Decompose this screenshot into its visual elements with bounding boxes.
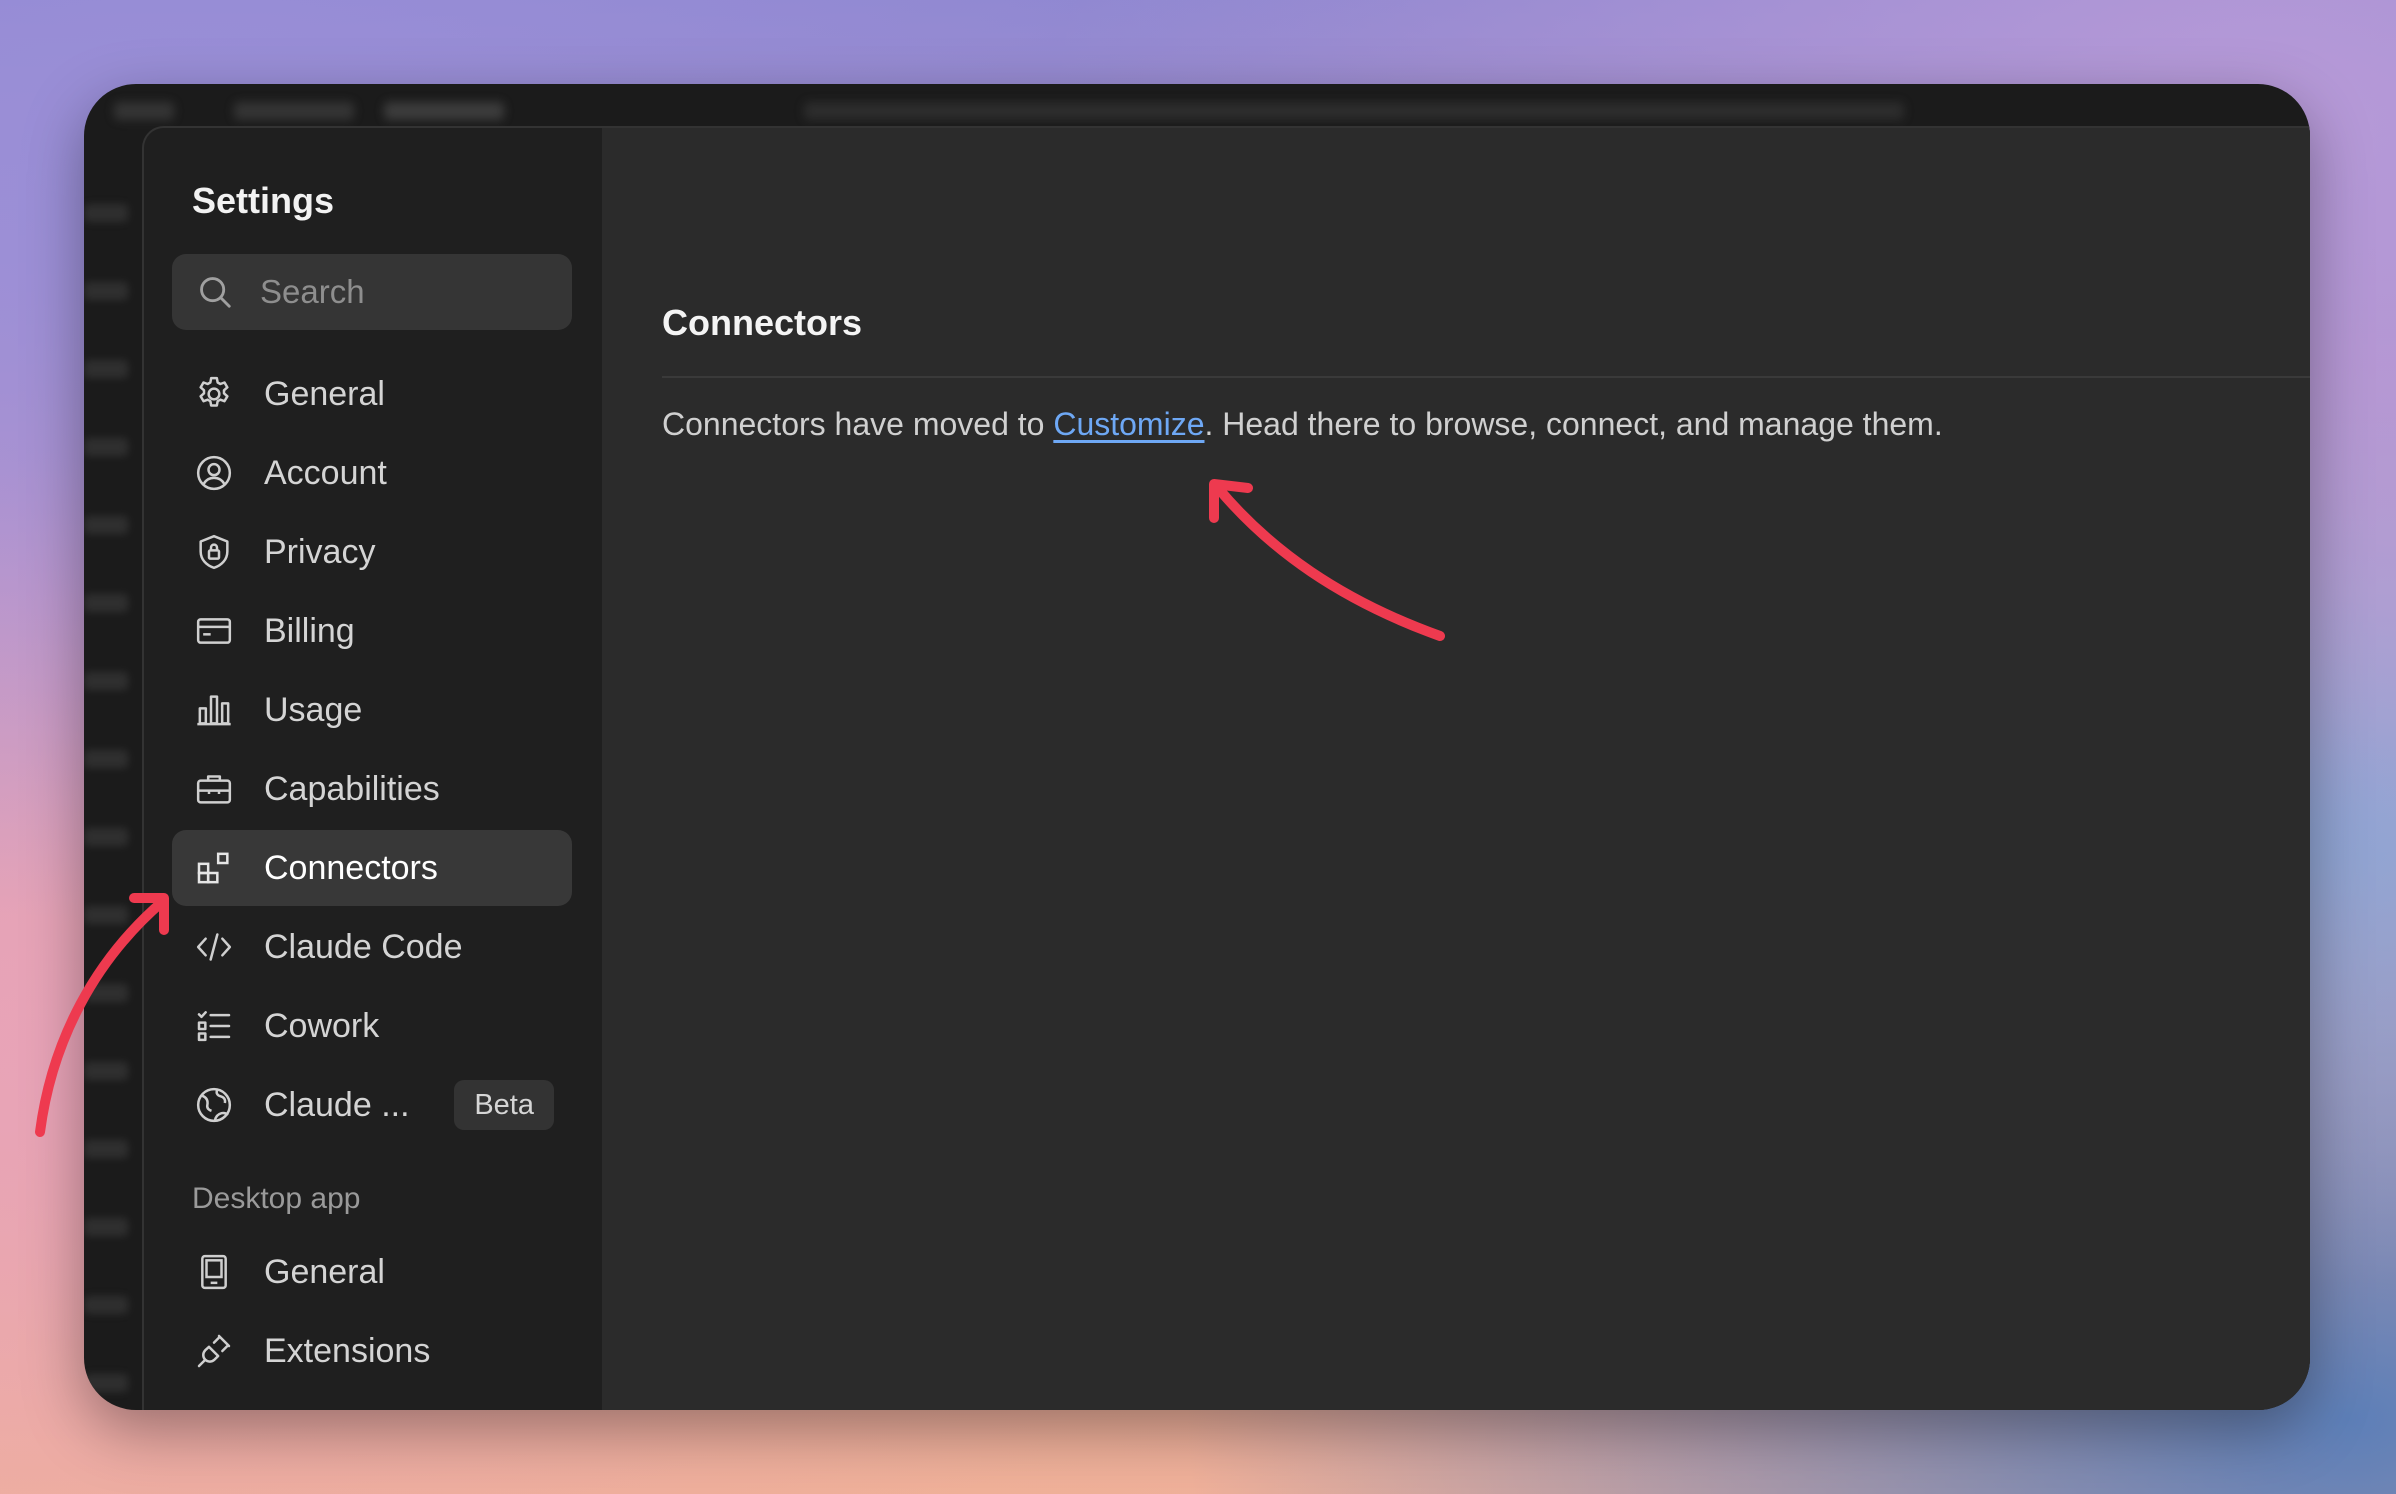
settings-modal: Settings Search General Account Privacy … [142, 126, 2310, 1410]
settings-nav: General Account Privacy Billing Usage Ca… [172, 356, 572, 1146]
sidebar-item-label: Connectors [264, 848, 438, 887]
sidebar-item-label: Privacy [264, 532, 376, 571]
background-app-sidebar [84, 204, 144, 1410]
globe-icon [192, 1083, 236, 1127]
briefcase-icon [192, 767, 236, 811]
credit-card-icon [192, 609, 236, 653]
page-title: Connectors [662, 302, 863, 343]
sidebar-item-label: Claude Code [264, 927, 463, 966]
search-box[interactable] [172, 254, 572, 330]
connectors-icon [192, 846, 236, 890]
customize-link[interactable]: Customize [1053, 406, 1204, 442]
sidebar-item-claude-code[interactable]: Claude Code [172, 909, 572, 985]
desktop-app-nav: General Extensions [172, 1234, 572, 1392]
sidebar-item-usage[interactable]: Usage [172, 672, 572, 748]
beta-badge: Beta [454, 1080, 554, 1130]
user-circle-icon [192, 451, 236, 495]
sidebar-item-label: Capabilities [264, 769, 440, 808]
checklist-icon [192, 1004, 236, 1048]
sidebar-item-account[interactable]: Account [172, 435, 572, 511]
settings-title: Settings [192, 180, 335, 221]
sidebar-item-label: General [264, 1252, 385, 1291]
sidebar-item-billing[interactable]: Billing [172, 593, 572, 669]
sidebar-item-label: Extensions [264, 1331, 431, 1370]
settings-content: Connectors Connectors have moved to Cust… [602, 128, 2310, 1410]
sidebar-item-claude-browser[interactable]: Claude ... Beta [172, 1067, 572, 1143]
sidebar-item-desktop-general[interactable]: General [172, 1234, 572, 1310]
connectors-moved-message: Connectors have moved to Customize. Head… [662, 406, 1943, 443]
sidebar-item-label: Usage [264, 690, 363, 729]
desktop-app-section-label: Desktop app [192, 1182, 361, 1215]
search-icon [194, 271, 236, 313]
sidebar-item-label: Cowork [264, 1006, 380, 1045]
message-text-before: Connectors have moved to [662, 406, 1054, 442]
title-divider [662, 376, 2310, 378]
bar-chart-icon [192, 688, 236, 732]
sidebar-item-extensions[interactable]: Extensions [172, 1313, 572, 1389]
sidebar-item-privacy[interactable]: Privacy [172, 514, 572, 590]
sidebar-item-cowork[interactable]: Cowork [172, 988, 572, 1064]
sidebar-item-label: Claude ... [264, 1085, 410, 1124]
shield-lock-icon [192, 530, 236, 574]
sidebar-item-general[interactable]: General [172, 356, 572, 432]
gear-icon [192, 372, 236, 416]
device-icon [192, 1250, 236, 1294]
search-input[interactable] [258, 272, 562, 312]
sidebar-item-label: Billing [264, 611, 355, 650]
code-icon [192, 925, 236, 969]
sidebar-item-connectors[interactable]: Connectors [172, 830, 572, 906]
message-text-after: . Head there to browse, connect, and man… [1204, 406, 1943, 442]
app-window: Settings Search General Account Privacy … [84, 84, 2310, 1410]
sidebar-item-capabilities[interactable]: Capabilities [172, 751, 572, 827]
plug-icon [192, 1329, 236, 1373]
sidebar-item-label: General [264, 374, 385, 413]
settings-sidebar: Settings Search General Account Privacy … [144, 128, 602, 1410]
sidebar-item-label: Account [264, 453, 387, 492]
